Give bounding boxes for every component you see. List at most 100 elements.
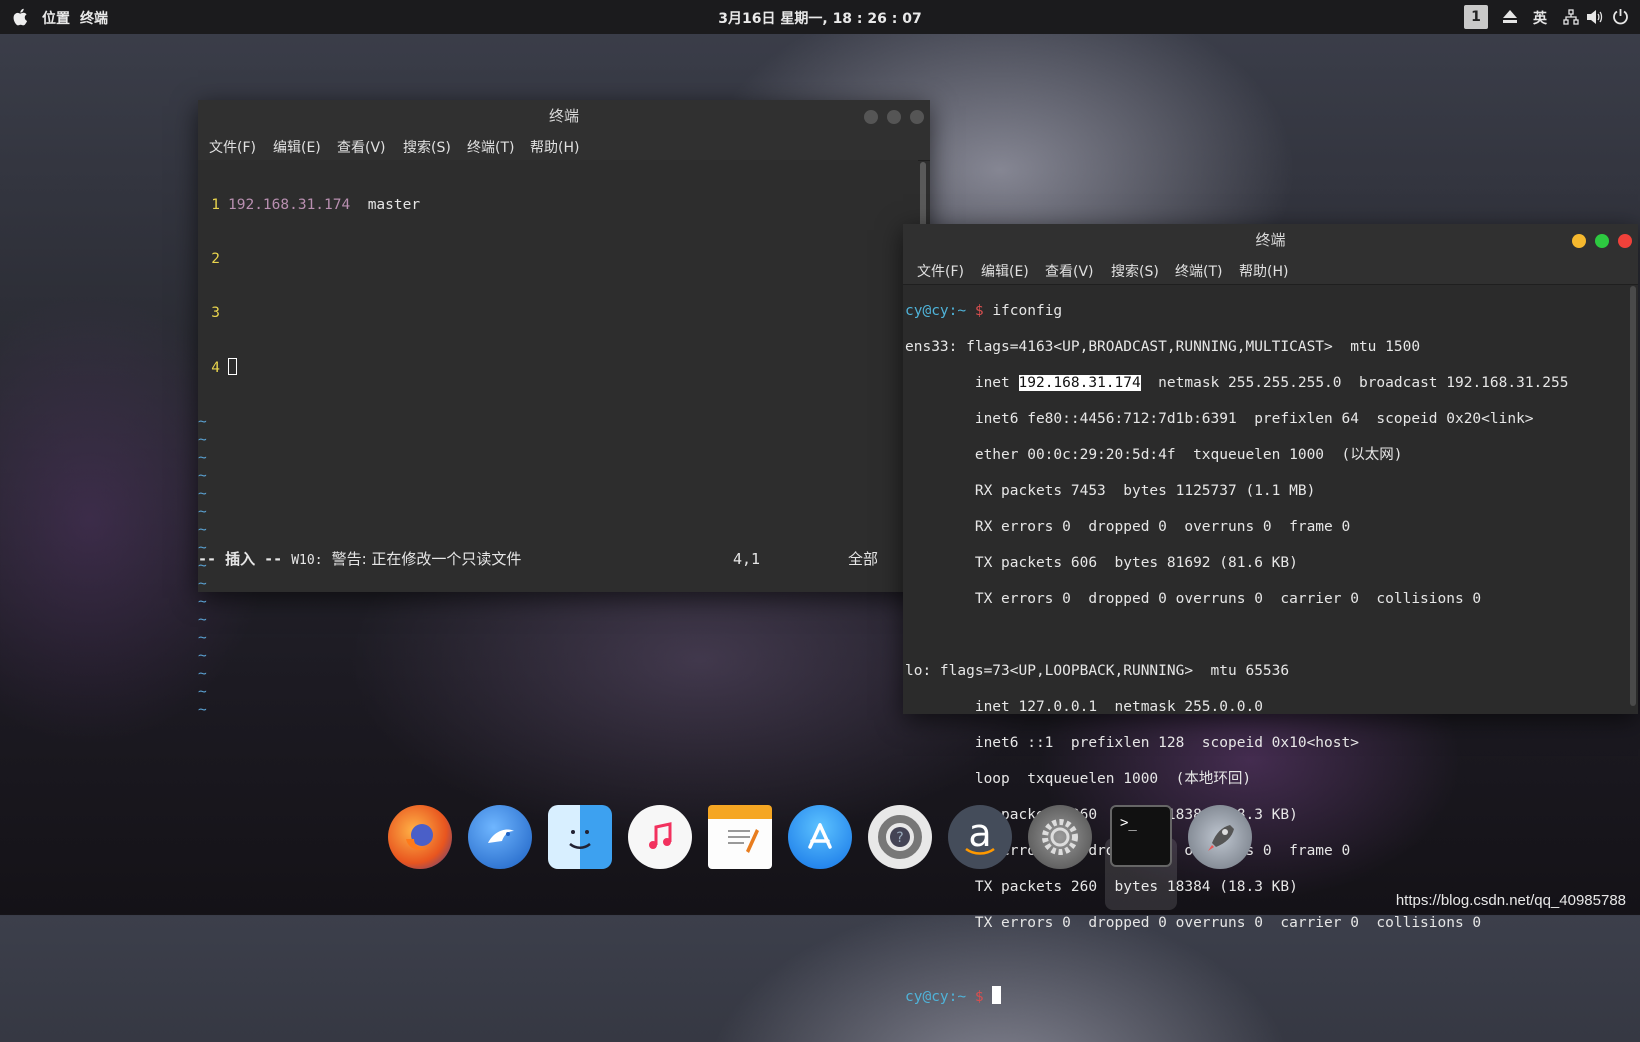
empty-line-tilde: ~ bbox=[198, 522, 207, 538]
host-name: master bbox=[367, 197, 421, 213]
empty-line-tilde: ~ bbox=[198, 414, 207, 430]
cursor-position: 4,1 bbox=[733, 550, 761, 568]
output-line: loop txqueuelen 1000 (本地环回) bbox=[905, 771, 1252, 787]
scroll-position: 全部 bbox=[848, 550, 879, 568]
app-store-icon[interactable] bbox=[788, 805, 852, 869]
svg-text:?: ? bbox=[896, 830, 903, 846]
selected-ip: 192.168.31.174 bbox=[1018, 375, 1141, 391]
help-lifebuoy-icon[interactable]: ? bbox=[868, 805, 932, 869]
buffer-line: 4 bbox=[198, 358, 918, 377]
text-cursor bbox=[992, 986, 1002, 1004]
output-line: inet 192.168.31.174 netmask 255.255.255.… bbox=[905, 375, 1569, 391]
shell-output[interactable]: cy@cy:~ $ ifconfig ens33: flags=4163<UP,… bbox=[905, 284, 1625, 1005]
menu-bar: 文件(F) 编辑(E) 查看(V) 搜索(S) 终端(T) 帮助(H) bbox=[198, 132, 930, 161]
empty-line-tilde: ~ bbox=[198, 684, 207, 700]
empty-line-tilde: ~ bbox=[198, 432, 207, 448]
maximize-button[interactable] bbox=[1595, 234, 1609, 248]
window-titlebar[interactable]: 终端 bbox=[198, 100, 930, 132]
empty-line-tilde: ~ bbox=[198, 630, 207, 646]
menu-help[interactable]: 帮助(H) bbox=[1239, 261, 1288, 281]
output-line: ether 00:0c:29:20:5d:4f txqueuelen 1000 … bbox=[905, 447, 1403, 463]
buffer-line: 2 bbox=[211, 251, 220, 267]
vim-status-line: -- 插入 -- W10: 警告: 正在修改一个只读文件 4,1 全部 bbox=[198, 550, 879, 568]
settings-gear-icon[interactable] bbox=[1028, 805, 1092, 869]
buffer-line: 3 bbox=[211, 305, 220, 321]
empty-line-tilde: ~ bbox=[198, 702, 207, 718]
apple-logo-icon[interactable] bbox=[12, 7, 30, 27]
warning-message: 警告: 正在修改一个只读文件 bbox=[331, 550, 522, 568]
menu-terminal[interactable]: 终端(T) bbox=[1175, 261, 1222, 281]
vim-buffer[interactable]: 1 192.168.31.174 master 2 3 4 ~ ~ ~ ~ ~ ~ ~ ~ ~ ~ ~… bbox=[198, 160, 918, 718]
close-button[interactable] bbox=[910, 110, 924, 124]
menu-search[interactable]: 搜索(S) bbox=[403, 137, 451, 157]
music-icon[interactable] bbox=[628, 805, 692, 869]
menu-search[interactable]: 搜索(S) bbox=[1111, 261, 1159, 281]
eagle-browser-icon[interactable] bbox=[468, 805, 532, 869]
terminal-icon[interactable]: >_ bbox=[1110, 805, 1172, 867]
menu-edit[interactable]: 编辑(E) bbox=[981, 261, 1029, 281]
vim-terminal-window[interactable]: 终端 文件(F) 编辑(E) 查看(V) 搜索(S) 终端(T) 帮助(H) 1… bbox=[198, 100, 930, 718]
terminal-app-menu[interactable]: 终端 bbox=[80, 8, 108, 28]
close-button[interactable] bbox=[1618, 234, 1632, 248]
power-icon[interactable] bbox=[1612, 8, 1629, 25]
output-line: lo: flags=73<UP,LOOPBACK,RUNNING> mtu 65… bbox=[905, 663, 1290, 679]
shell-terminal-window[interactable]: 终端 文件(F) 编辑(E) 查看(V) 搜索(S) 终端(T) 帮助(H) c… bbox=[903, 224, 1638, 1005]
network-icon[interactable] bbox=[1563, 9, 1579, 25]
workspace-indicator[interactable]: 1 bbox=[1464, 5, 1488, 29]
prompt-line: cy@cy:~ $ ifconfig bbox=[905, 303, 1063, 319]
host-ip: 192.168.31.174 bbox=[228, 197, 351, 213]
maximize-button[interactable] bbox=[887, 110, 901, 124]
empty-line-tilde: ~ bbox=[198, 468, 207, 484]
watermark: https://blog.csdn.net/qq_40985788 bbox=[1395, 892, 1626, 909]
output-line: RX errors 0 dropped 0 overruns 0 frame 0 bbox=[905, 519, 1351, 535]
firefox-icon[interactable] bbox=[388, 805, 452, 869]
menu-view[interactable]: 查看(V) bbox=[337, 137, 386, 157]
output-line: inet6 fe80::4456:712:7d1b:6391 prefixlen… bbox=[905, 411, 1534, 427]
amazon-icon[interactable]: a bbox=[948, 805, 1012, 869]
empty-line-tilde: ~ bbox=[198, 486, 207, 502]
output-line: RX errors 0 dropped 0 overruns 0 frame 0 bbox=[975, 843, 1351, 859]
menu-edit[interactable]: 编辑(E) bbox=[273, 137, 321, 157]
empty-line-tilde: ~ bbox=[198, 648, 207, 664]
window-title: 终端 bbox=[548, 107, 579, 125]
top-panel: 位置 终端 3月16日 星期一, 18 : 26 : 07 1 英 bbox=[0, 0, 1640, 34]
output-line: inet6 ::1 prefixlen 128 scopeid 0x10<hos… bbox=[905, 735, 1359, 751]
output-line: inet 127.0.0.1 netmask 255.0.0.0 bbox=[905, 699, 1263, 715]
minimize-button[interactable] bbox=[864, 110, 878, 124]
output-line: TX errors 0 dropped 0 overruns 0 carrier… bbox=[905, 915, 1482, 931]
buffer-line: 1 192.168.31.174 master bbox=[211, 197, 421, 213]
empty-line-tilde: ~ bbox=[198, 666, 207, 682]
launchpad-rocket-icon[interactable] bbox=[1188, 805, 1252, 869]
empty-line-tilde: ~ bbox=[198, 576, 207, 592]
eject-icon[interactable] bbox=[1502, 9, 1518, 24]
pages-icon[interactable] bbox=[708, 805, 772, 869]
empty-line-tilde: ~ bbox=[198, 504, 207, 520]
prompt-line: cy@cy:~ $ bbox=[905, 986, 1625, 1006]
output-line: TX errors 0 dropped 0 overruns 0 carrier… bbox=[905, 591, 1482, 607]
empty-line-tilde: ~ bbox=[198, 450, 207, 466]
command: ifconfig bbox=[992, 303, 1063, 319]
input-method-indicator[interactable]: 英 bbox=[1533, 8, 1547, 28]
window-titlebar[interactable]: 终端 bbox=[903, 224, 1638, 256]
text-cursor bbox=[228, 358, 237, 375]
menu-view[interactable]: 查看(V) bbox=[1045, 261, 1094, 281]
menu-file[interactable]: 文件(F) bbox=[917, 261, 964, 281]
output-line: RX packets 260 bytes 18384 (18.3 KB) bbox=[905, 807, 1298, 823]
output-line: ens33: flags=4163<UP,BROADCAST,RUNNING,M… bbox=[905, 339, 1421, 355]
empty-line-tilde: ~ bbox=[198, 594, 207, 610]
empty-line-tilde: ~ bbox=[198, 612, 207, 628]
menu-help[interactable]: 帮助(H) bbox=[530, 137, 579, 157]
minimize-button[interactable] bbox=[1572, 234, 1586, 248]
clock[interactable]: 3月16日 星期一, 18 : 26 : 07 bbox=[718, 11, 921, 27]
places-menu[interactable]: 位置 bbox=[42, 8, 70, 28]
scrollbar[interactable] bbox=[1630, 286, 1636, 706]
menu-file[interactable]: 文件(F) bbox=[209, 137, 256, 157]
volume-icon[interactable] bbox=[1586, 9, 1603, 25]
menu-terminal[interactable]: 终端(T) bbox=[467, 137, 514, 157]
output-line: RX packets 7453 bytes 1125737 (1.1 MB) bbox=[905, 483, 1316, 499]
finder-icon[interactable] bbox=[548, 805, 612, 869]
output-line: TX packets 606 bytes 81692 (81.6 KB) bbox=[905, 555, 1298, 571]
menu-bar: 文件(F) 编辑(E) 查看(V) 搜索(S) 终端(T) 帮助(H) bbox=[903, 256, 1638, 285]
